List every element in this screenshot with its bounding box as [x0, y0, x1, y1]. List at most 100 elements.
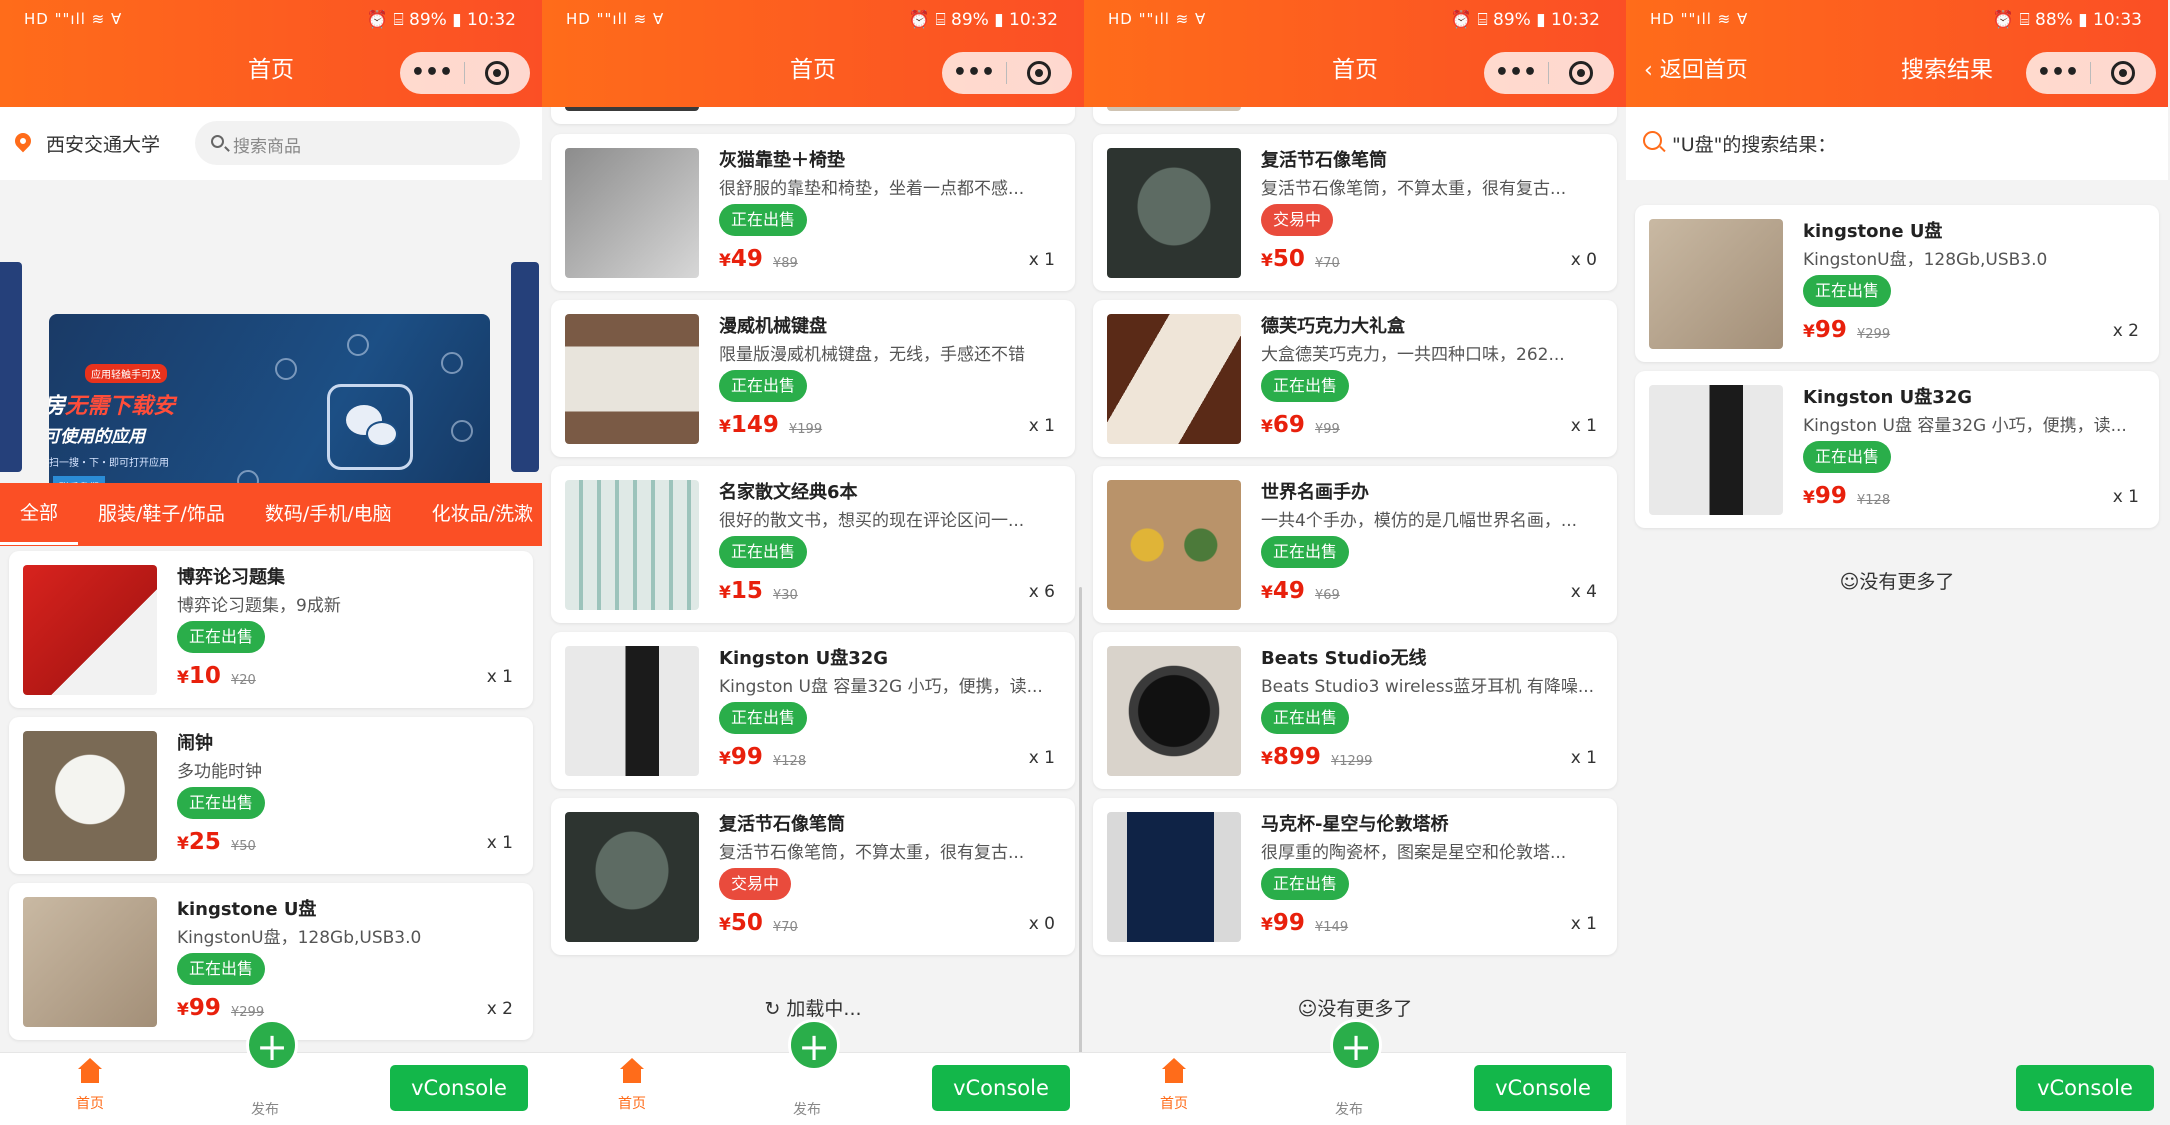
product-qty: x 1 — [1028, 748, 1055, 768]
more-icon[interactable]: ••• — [400, 52, 464, 94]
category-bar: 全部 服装/鞋子/饰品 数码/手机/电脑 化妆品/洗漱 — [0, 483, 542, 546]
category-tab-clothing[interactable]: 服装/鞋子/饰品 — [78, 483, 245, 546]
tab-home[interactable]: 首页 — [592, 1058, 672, 1113]
scrollbar[interactable] — [1079, 587, 1082, 1107]
bike-icon — [441, 352, 463, 374]
product-price: ¥10 — [177, 663, 221, 689]
product-card[interactable]: 灰猫靠垫＋椅垫 很舒服的靠垫和椅垫，坐着一点都不感... 正在出售 ¥49 ¥8… — [551, 134, 1075, 291]
mini-program-capsule: ••• — [942, 52, 1072, 94]
product-desc: Kingston U盘 容量32G 小巧，便携，读... — [719, 677, 1043, 697]
product-price: ¥50 — [719, 910, 763, 936]
nav-header: HD ""ıll ≋ ∀ ⏰ ⌸ 89% ▮ 10:32 首页 ••• — [0, 0, 542, 107]
search-icon — [211, 135, 224, 148]
product-image — [1107, 148, 1241, 278]
product-card[interactable]: 名家散文经典6本 很好的散文书，想买的现在评论区问一... 正在出售 ¥15 ¥… — [551, 466, 1075, 623]
vconsole-button[interactable]: vConsole — [932, 1065, 1070, 1111]
search-input[interactable]: 搜索商品 — [195, 121, 520, 165]
product-card[interactable]: Kingston U盘32G Kingston U盘 容量32G 小巧，便携，读… — [551, 632, 1075, 789]
smile-icon: ☺ — [1297, 998, 1318, 1020]
product-card[interactable]: 德芙巧克力大礼盒 大盒德芙巧克力，一共四种口味，262... 正在出售 ¥69 … — [1093, 300, 1617, 457]
product-qty: x 2 — [486, 999, 513, 1019]
product-card[interactable]: Beats Studio无线 Beats Studio3 wireless蓝牙耳… — [1093, 632, 1617, 789]
vconsole-button[interactable]: vConsole — [2016, 1065, 2154, 1111]
product-card[interactable]: 复活节石像笔筒 复活节石像笔筒，不算太重，很有复古... 交易中 ¥50 ¥70… — [551, 798, 1075, 955]
price-value: 25 — [188, 829, 221, 855]
close-target-icon[interactable] — [1549, 61, 1613, 85]
banner-headline-b: 无需下载安 — [65, 394, 176, 419]
close-target-icon[interactable] — [465, 61, 529, 85]
tab-publish-label[interactable]: 发布 — [1335, 1099, 1363, 1119]
status-badge: 正在出售 — [719, 536, 808, 568]
currency-symbol: ¥ — [177, 668, 189, 688]
currency-symbol: ¥ — [1261, 583, 1273, 603]
price-value: 49 — [730, 246, 763, 272]
original-price: ¥70 — [1315, 256, 1340, 271]
product-card[interactable]: 博弈论习题集 博弈论习题集，9成新 正在出售 ¥10 ¥20 x 1 — [9, 551, 533, 708]
price-value: 899 — [1272, 744, 1321, 770]
product-qty: x 1 — [1028, 416, 1055, 436]
phone-home-bottom: HD ""ıll ≋ ∀ ⏰ ⌸ 89% ▮ 10:32 首页 ••• 复活节石… — [1084, 0, 1626, 1125]
currency-symbol: ¥ — [719, 915, 731, 935]
home-icon — [77, 1058, 103, 1087]
original-price: ¥20 — [231, 673, 256, 688]
product-desc: KingstonU盘，128Gb,USB3.0 — [1803, 250, 2048, 270]
more-icon[interactable]: ••• — [2026, 52, 2090, 94]
close-target-icon[interactable] — [2091, 61, 2155, 85]
product-card[interactable]: kingstone U盘 KingstonU盘，128Gb,USB3.0 正在出… — [9, 883, 533, 1040]
product-qty: x 0 — [1570, 250, 1597, 270]
product-image — [565, 646, 699, 776]
category-tab-digital[interactable]: 数码/手机/电脑 — [245, 483, 412, 546]
product-card[interactable]: 闹钟 多功能时钟 正在出售 ¥25 ¥50 x 1 — [9, 717, 533, 874]
product-card[interactable]: 复活节石像笔筒 复活节石像笔筒，不算太重，很有复古... 交易中 ¥50 ¥70… — [1093, 134, 1617, 291]
tab-home[interactable]: 首页 — [50, 1058, 130, 1113]
tab-publish-label[interactable]: 发布 — [793, 1099, 821, 1119]
product-card-partial[interactable] — [551, 107, 1075, 124]
product-title: kingstone U盘 — [177, 899, 317, 920]
tab-publish-label[interactable]: 发布 — [251, 1099, 279, 1119]
publish-plus-button[interactable]: + — [246, 1019, 298, 1071]
publish-plus-button[interactable]: + — [1330, 1019, 1382, 1071]
product-card[interactable]: 漫威机械键盘 限量版漫威机械键盘，无线，手感还不错 正在出售 ¥149 ¥199… — [551, 300, 1075, 457]
screenshot-collage: HD ""ıll ≋ ∀ ⏰ ⌸ 89% ▮ 10:32 首页 ••• 西安交通… — [0, 0, 2170, 1125]
original-price: ¥199 — [789, 422, 823, 437]
chevron-left-icon: ‹ — [1644, 58, 1660, 83]
vconsole-button[interactable]: vConsole — [390, 1065, 528, 1111]
original-price: ¥69 — [1315, 588, 1340, 603]
tab-home[interactable]: 首页 — [1134, 1058, 1214, 1113]
location-pin-icon — [11, 129, 35, 153]
more-icon[interactable]: ••• — [942, 52, 1006, 94]
status-badge: 正在出售 — [1803, 441, 1892, 473]
location-label[interactable]: 西安交通大学 — [46, 130, 160, 157]
product-image — [1649, 385, 1783, 515]
product-card[interactable]: 世界名画手办 一共4个手办，模仿的是几幅世界名画，... 正在出售 ¥49 ¥6… — [1093, 466, 1617, 623]
product-card[interactable]: 马克杯-星空与伦敦塔桥 很厚重的陶瓷杯，图案是星空和伦敦塔... 正在出售 ¥9… — [1093, 798, 1617, 955]
status-badge: 正在出售 — [1261, 702, 1350, 734]
price-value: 50 — [1272, 246, 1305, 272]
product-card[interactable]: kingstone U盘 KingstonU盘，128Gb,USB3.0 正在出… — [1635, 205, 2159, 362]
spinner-icon: ↻ — [764, 998, 787, 1020]
nav-header: HD ""ıll ≋ ∀ ⏰ ⌸ 89% ▮ 10:32 首页 ••• — [1084, 0, 1626, 107]
product-image — [23, 565, 157, 695]
product-card[interactable]: Kingston U盘32G Kingston U盘 容量32G 小巧，便携，读… — [1635, 371, 2159, 528]
category-tab-cosmetics[interactable]: 化妆品/洗漱 — [412, 483, 542, 546]
category-tab-all[interactable]: 全部 — [0, 485, 79, 545]
product-qty: x 1 — [486, 833, 513, 853]
currency-symbol: ¥ — [719, 583, 731, 603]
publish-plus-button[interactable]: + — [788, 1019, 840, 1071]
product-card-partial[interactable] — [1093, 107, 1617, 124]
tab-home-label: 首页 — [76, 1096, 104, 1112]
currency-symbol: ¥ — [1261, 417, 1273, 437]
price-value: 99 — [188, 995, 221, 1021]
close-target-icon[interactable] — [1007, 61, 1071, 85]
product-image — [1107, 314, 1241, 444]
phone-home-top: HD ""ıll ≋ ∀ ⏰ ⌸ 89% ▮ 10:32 首页 ••• 西安交通… — [0, 0, 542, 1125]
original-price: ¥89 — [773, 256, 798, 271]
product-price: ¥69 — [1261, 412, 1305, 438]
status-bar-right: ⏰ ⌸ 89% ▮ 10:32 — [908, 10, 1058, 30]
product-price: ¥49 — [1261, 578, 1305, 604]
currency-symbol: ¥ — [1803, 322, 1815, 342]
currency-symbol: ¥ — [1261, 251, 1273, 271]
status-bar-right: ⏰ ⌸ 89% ▮ 10:32 — [1450, 10, 1600, 30]
vconsole-button[interactable]: vConsole — [1474, 1065, 1612, 1111]
more-icon[interactable]: ••• — [1484, 52, 1548, 94]
